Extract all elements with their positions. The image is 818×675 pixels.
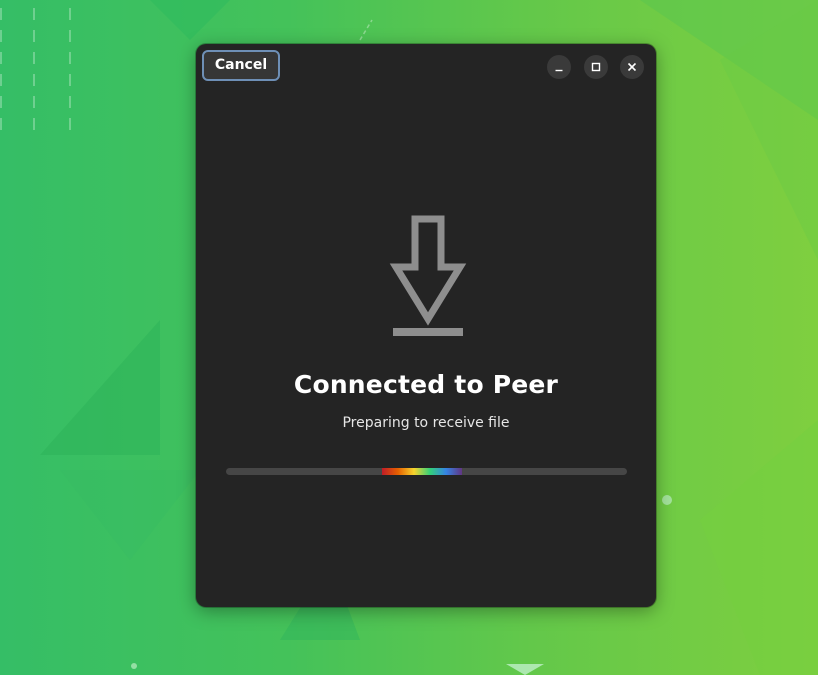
maximize-icon xyxy=(591,62,601,72)
desktop-background: Cancel Connected to Peer Preparing to re… xyxy=(0,0,818,675)
close-icon xyxy=(627,62,637,72)
minimize-button[interactable] xyxy=(547,55,571,79)
download-arrow-icon xyxy=(389,215,467,336)
cancel-button[interactable]: Cancel xyxy=(202,50,280,81)
status-title: Connected to Peer xyxy=(293,370,559,399)
background-dash xyxy=(69,8,71,132)
progress-bar xyxy=(226,468,627,475)
minimize-icon xyxy=(555,69,563,72)
status-subtitle: Preparing to receive file xyxy=(342,415,510,431)
maximize-button[interactable] xyxy=(584,55,608,79)
progress-pulse xyxy=(382,468,462,475)
background-dash xyxy=(0,8,2,132)
transfer-window: Cancel Connected to Peer Preparing to re… xyxy=(196,44,656,607)
background-dash xyxy=(33,8,35,132)
close-button[interactable] xyxy=(620,55,644,79)
